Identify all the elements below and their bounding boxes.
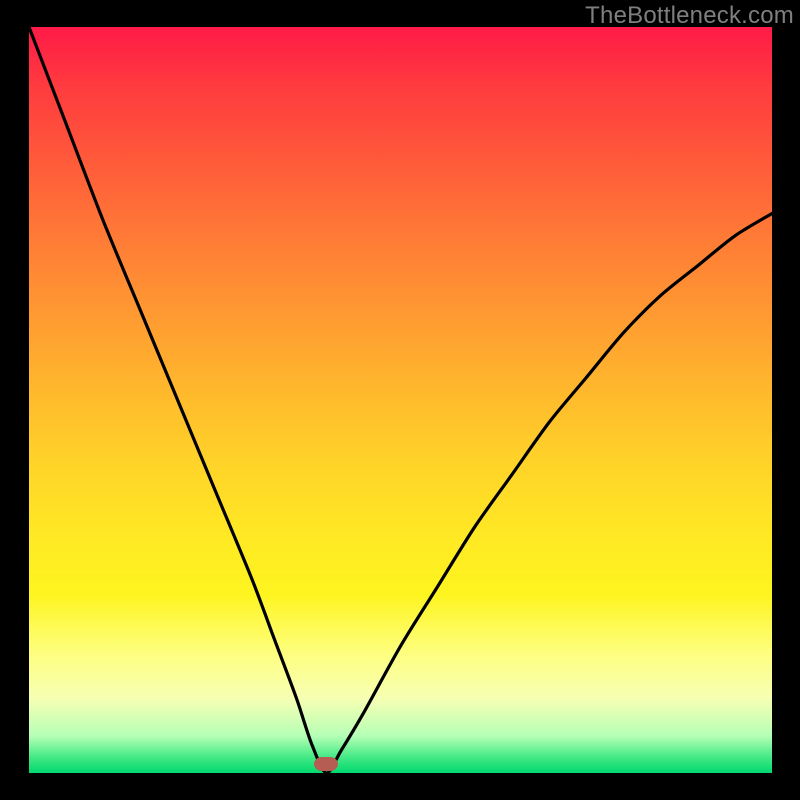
chart-frame: TheBottleneck.com — [0, 0, 800, 800]
min-marker — [314, 757, 338, 771]
watermark-text: TheBottleneck.com — [585, 2, 794, 30]
plot-area — [29, 27, 772, 773]
bottleneck-curve — [29, 27, 772, 773]
